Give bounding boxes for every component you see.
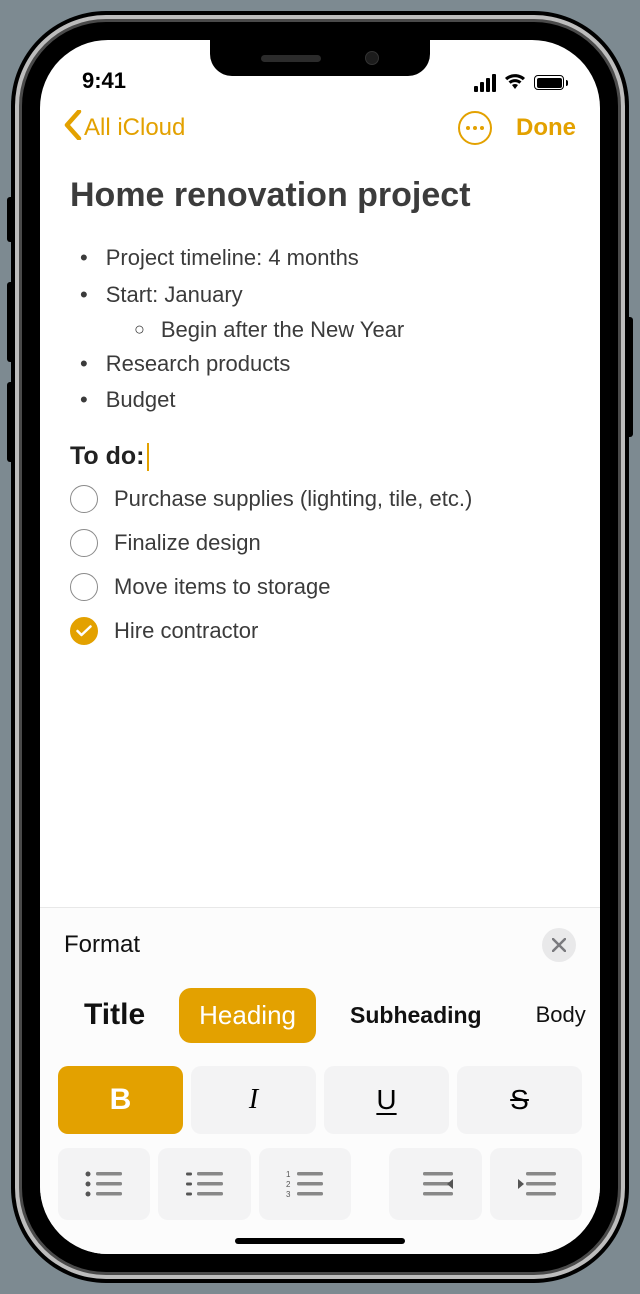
battery-icon bbox=[534, 75, 568, 90]
back-label: All iCloud bbox=[84, 114, 185, 142]
bullet-list[interactable]: Project timeline: 4 months Start: January… bbox=[70, 243, 570, 416]
format-panel: Format Title Heading Subheading Body B I… bbox=[40, 907, 600, 1254]
bullet-item[interactable]: Start: January bbox=[80, 280, 570, 311]
style-heading-button[interactable]: Heading bbox=[179, 988, 316, 1043]
checkbox-unchecked-icon[interactable] bbox=[70, 573, 98, 601]
strikethrough-button[interactable]: S bbox=[457, 1066, 582, 1134]
note-content[interactable]: Home renovation project Project timeline… bbox=[40, 158, 600, 907]
checklist-item-label: Finalize design bbox=[114, 530, 261, 556]
text-format-row: B I U S bbox=[58, 1066, 582, 1134]
style-title-button[interactable]: Title bbox=[64, 986, 165, 1044]
nav-bar: All iCloud Done bbox=[40, 98, 600, 158]
svg-text:1: 1 bbox=[286, 1170, 291, 1179]
dashed-list-button[interactable] bbox=[158, 1148, 250, 1220]
svg-text:2: 2 bbox=[286, 1180, 291, 1189]
text-cursor bbox=[147, 443, 149, 471]
close-icon bbox=[552, 938, 566, 952]
chevron-left-icon bbox=[64, 110, 82, 147]
numbered-list-button[interactable]: 123 bbox=[259, 1148, 351, 1220]
italic-button[interactable]: I bbox=[191, 1066, 316, 1134]
home-indicator[interactable] bbox=[235, 1238, 405, 1244]
checklist[interactable]: Purchase supplies (lighting, tile, etc.)… bbox=[70, 485, 570, 645]
checklist-item-label: Hire contractor bbox=[114, 618, 258, 644]
checklist-item-label: Move items to storage bbox=[114, 574, 330, 600]
note-title[interactable]: Home renovation project bbox=[70, 176, 570, 215]
checklist-item[interactable]: Hire contractor bbox=[70, 617, 570, 645]
checkbox-unchecked-icon[interactable] bbox=[70, 529, 98, 557]
style-body-button[interactable]: Body bbox=[516, 990, 600, 1040]
list-format-row: 123 bbox=[58, 1148, 582, 1220]
format-panel-title: Format bbox=[64, 931, 140, 959]
checklist-item-label: Purchase supplies (lighting, tile, etc.) bbox=[114, 486, 472, 512]
outdent-button[interactable] bbox=[389, 1148, 481, 1220]
checklist-item[interactable]: Move items to storage bbox=[70, 573, 570, 601]
bullet-item[interactable]: Project timeline: 4 months bbox=[80, 243, 570, 274]
close-format-button[interactable] bbox=[542, 928, 576, 962]
paragraph-style-row: Title Heading Subheading Body bbox=[58, 986, 582, 1044]
bold-button[interactable]: B bbox=[58, 1066, 183, 1134]
wifi-icon bbox=[503, 71, 527, 94]
bulleted-list-button[interactable] bbox=[58, 1148, 150, 1220]
clock: 9:41 bbox=[82, 68, 126, 94]
back-button[interactable]: All iCloud bbox=[64, 110, 185, 147]
style-subheading-button[interactable]: Subheading bbox=[330, 990, 502, 1041]
checkbox-checked-icon[interactable] bbox=[70, 617, 98, 645]
cellular-signal-icon bbox=[474, 74, 496, 92]
svg-text:3: 3 bbox=[286, 1190, 291, 1199]
note-heading[interactable]: To do: bbox=[70, 442, 570, 471]
more-options-button[interactable] bbox=[458, 111, 492, 145]
bullet-item[interactable]: Research products bbox=[80, 349, 570, 380]
checkbox-unchecked-icon[interactable] bbox=[70, 485, 98, 513]
done-button[interactable]: Done bbox=[516, 114, 576, 142]
underline-button[interactable]: U bbox=[324, 1066, 449, 1134]
bullet-sub-item[interactable]: Begin after the New Year bbox=[134, 317, 570, 343]
indent-button[interactable] bbox=[490, 1148, 582, 1220]
bullet-item[interactable]: Budget bbox=[80, 385, 570, 416]
ellipsis-icon bbox=[466, 126, 470, 130]
checklist-item[interactable]: Finalize design bbox=[70, 529, 570, 557]
checklist-item[interactable]: Purchase supplies (lighting, tile, etc.) bbox=[70, 485, 570, 513]
